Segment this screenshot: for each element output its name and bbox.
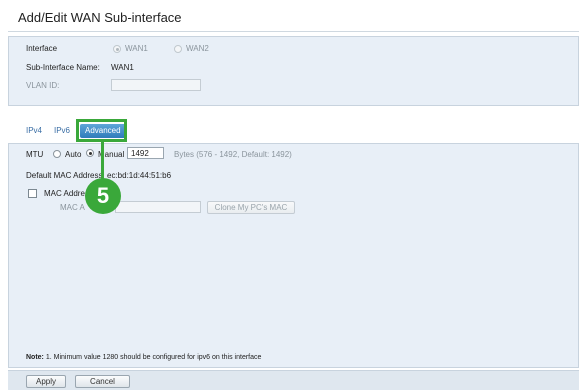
note-prefix: Note: [26,354,44,361]
tab-ipv6[interactable]: IPv6 [54,124,70,138]
wan2-radio[interactable] [174,45,182,53]
mtu-value-input[interactable]: 1492 [127,147,164,159]
mac-clone-label: MAC Addre [44,189,85,198]
title-divider [8,31,579,32]
mtu-auto-label: Auto [65,150,82,159]
mtu-auto-radio[interactable] [53,150,61,158]
note-body: 1. Minimum value 1280 should be configur… [43,354,262,361]
mtu-label: MTU [26,150,44,159]
default-mac-label: Default MAC Address: [26,171,105,180]
note-text: Note: 1. Minimum value 1280 should be co… [26,354,261,361]
vlan-id-label: VLAN ID: [26,81,60,90]
apply-button[interactable]: Apply [26,375,66,388]
mac-clone-checkbox[interactable] [28,189,37,198]
sub-interface-name-value: WAN1 [111,63,134,72]
sub-interface-name-label: Sub-Interface Name: [26,63,100,72]
mac-address-input[interactable] [115,201,201,213]
cancel-button[interactable]: Cancel [75,375,130,388]
interface-label: Interface [26,44,58,53]
wan2-label: WAN2 [186,44,209,53]
mtu-manual-radio[interactable] [86,149,94,157]
tab-highlight-box [76,119,127,142]
default-mac-value: ec:bd:1d:44:51:b6 [107,171,172,180]
mac-address-label: MAC A [60,203,85,212]
page-title: Add/Edit WAN Sub-interface [18,10,182,25]
callout-connector [101,141,104,182]
wan1-radio[interactable] [113,45,121,53]
clone-mac-button[interactable]: Clone My PC's MAC [207,201,295,214]
wan1-label: WAN1 [125,44,148,53]
tab-ipv4[interactable]: IPv4 [26,124,42,138]
mtu-hint: Bytes (576 - 1492, Default: 1492) [174,150,292,159]
step-number-badge: 5 [85,178,121,214]
vlan-id-input[interactable] [111,79,201,91]
